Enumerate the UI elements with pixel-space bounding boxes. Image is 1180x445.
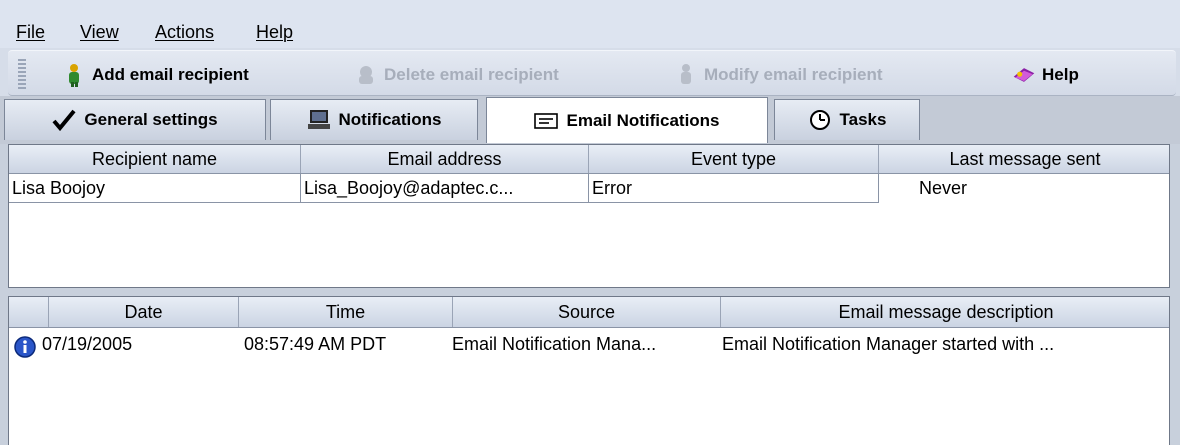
tab-general-settings-label: General settings [84,110,218,129]
add-recipient-label: Add email recipient [92,65,249,84]
menu-view[interactable]: View [80,22,119,42]
tab-tasks[interactable]: Tasks [774,99,920,140]
tab-notifications-label: Notifications [338,110,442,129]
log-time-cell[interactable]: 08:57:49 AM PDT [241,329,453,359]
info-icon [13,331,41,361]
tab-notifications[interactable]: Notifications [270,99,478,140]
column-email-message-description[interactable]: Email message description [721,297,1169,327]
split-pane-divider[interactable] [0,288,1180,296]
tab-bar: General settings Notifications Email Not… [0,96,1180,144]
modify-recipient-label: Modify email recipient [704,65,883,84]
column-date[interactable]: Date [49,297,239,327]
help-button[interactable]: Help [1012,61,1079,89]
email-log-table: Date Time Source Email message descripti… [8,296,1170,445]
column-event-type[interactable]: Event type [589,145,879,173]
person-delete-icon [354,63,378,87]
column-email-address[interactable]: Email address [301,145,589,173]
person-add-icon [62,63,86,87]
column-icon[interactable] [9,297,49,327]
column-source[interactable]: Source [453,297,721,327]
log-date-cell[interactable]: 07/19/2005 [39,329,239,359]
envelope-icon [534,109,559,133]
clock-icon [808,108,832,132]
tab-tasks-label: Tasks [839,110,887,129]
log-source-cell[interactable]: Email Notification Mana... [449,329,721,359]
log-description-cell[interactable]: Email Notification Manager started with … [719,329,1169,359]
tab-general-settings[interactable]: General settings [4,99,266,140]
column-last-message-sent[interactable]: Last message sent [879,145,1169,173]
person-modify-icon [674,63,698,87]
menu-actions[interactable]: Actions [155,22,214,42]
delete-recipient-button[interactable]: Delete email recipient [354,61,559,89]
toolbar-strip: Add email recipient Delete email recipie… [8,50,1176,96]
recipient-email-cell[interactable]: Lisa_Boojoy@adaptec.c... [301,173,589,203]
menu-help[interactable]: Help [256,22,293,42]
toolbar-grip[interactable] [18,59,26,91]
recipient-event-type-cell[interactable]: Error [589,173,879,203]
menu-bar: File View Actions Help [0,0,1180,48]
checkmark-icon [52,108,76,132]
email-log-table-header: Date Time Source Email message descripti… [9,297,1169,328]
modify-recipient-button[interactable]: Modify email recipient [674,61,883,89]
tab-email-notifications-label: Email Notifications [566,110,720,130]
help-label: Help [1042,65,1079,84]
column-time[interactable]: Time [239,297,453,327]
help-book-icon [1012,63,1036,87]
delete-recipient-label: Delete email recipient [384,65,559,84]
computer-icon [307,108,331,132]
recipient-name-cell[interactable]: Lisa Boojoy [9,173,301,203]
recipient-last-message-cell[interactable]: Never [879,173,1169,203]
recipients-table: Recipient name Email address Event type … [8,144,1170,288]
toolbar: Add email recipient Delete email recipie… [0,48,1180,96]
tab-email-notifications[interactable]: Email Notifications [486,97,768,143]
add-recipient-button[interactable]: Add email recipient [62,61,249,89]
menu-file[interactable]: File [16,22,45,42]
column-recipient-name[interactable]: Recipient name [9,145,301,173]
recipients-table-header: Recipient name Email address Event type … [9,145,1169,174]
